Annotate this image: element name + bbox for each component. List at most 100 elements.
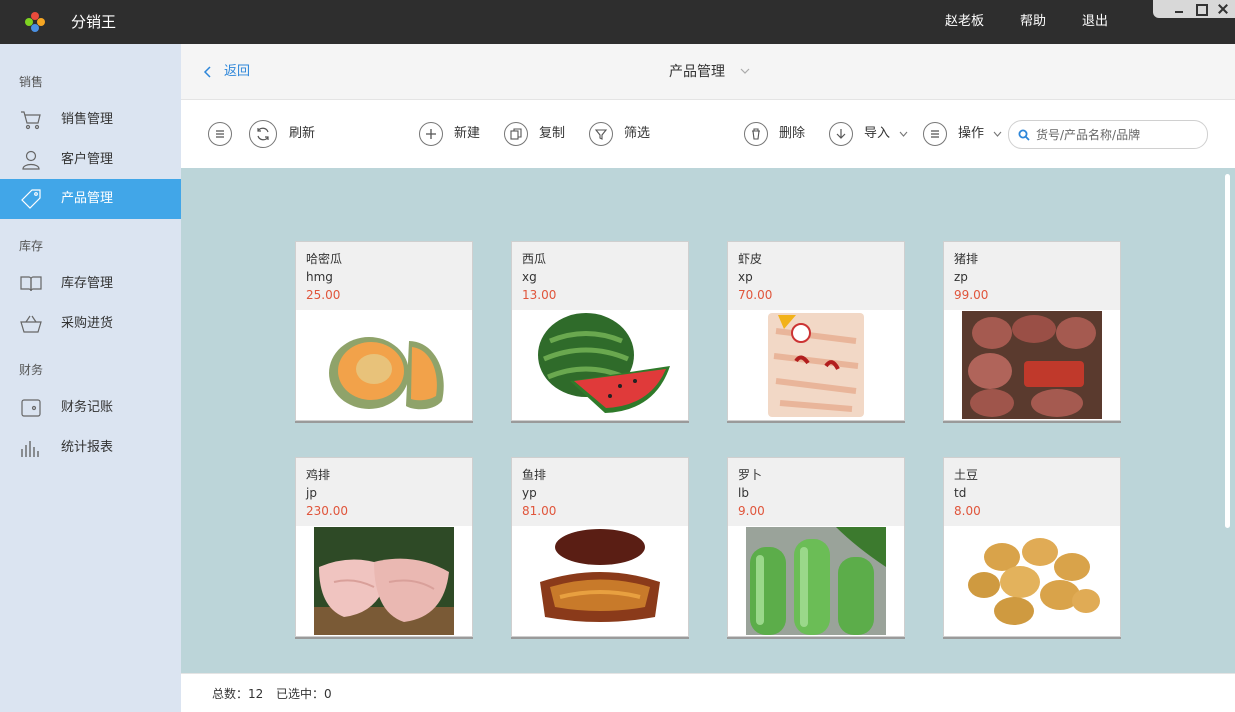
product-card-dried-shrimp[interactable]: 虾皮 xp 70.00 [727, 241, 905, 421]
delete-label: 删除 [779, 126, 806, 141]
sidebar-item-label: 产品管理 [61, 191, 114, 206]
sidebar-item-inventory[interactable]: 库存管理 [0, 264, 181, 304]
product-code: hmg [306, 270, 333, 284]
card-header: 鱼排 yp 81.00 [512, 458, 688, 526]
import-button[interactable]: 导入 [829, 120, 911, 148]
product-code: xp [738, 270, 753, 284]
product-name: 哈密瓜 [306, 252, 343, 266]
sidebar-item-products[interactable]: 产品管理 [0, 179, 181, 219]
logout-link[interactable]: 退出 [1082, 13, 1108, 31]
title-bar: 分销王 赵老板 帮助 退出 [0, 0, 1235, 44]
product-card-pork-chop[interactable]: 猪排 zp 99.00 [943, 241, 1121, 421]
back-label: 返回 [224, 64, 251, 79]
sidebar-item-label: 统计报表 [61, 440, 114, 455]
product-name: 西瓜 [522, 252, 547, 266]
toolbar: 刷新 新建 复制 筛选 删除 导入 操作 [181, 100, 1235, 168]
menu-button[interactable] [208, 120, 234, 148]
product-card-fish-steak[interactable]: 鱼排 yp 81.00 [511, 457, 689, 637]
minimize-icon[interactable] [1173, 3, 1185, 15]
product-price: 81.00 [522, 504, 557, 518]
trash-icon [744, 122, 768, 146]
product-name: 土豆 [954, 468, 979, 482]
filter-button[interactable]: 筛选 [589, 120, 659, 148]
potato-image [962, 527, 1102, 635]
product-price: 13.00 [522, 288, 557, 302]
refresh-button[interactable]: 刷新 [249, 120, 329, 148]
chevron-down-icon [993, 131, 1002, 137]
product-price: 99.00 [954, 288, 989, 302]
sidebar-item-label: 采购进货 [61, 316, 114, 331]
chevron-down-icon [740, 68, 750, 74]
search-box[interactable] [1008, 120, 1208, 149]
list-icon [923, 122, 947, 146]
product-name: 罗卜 [738, 468, 763, 482]
product-code: lb [738, 486, 749, 500]
product-name: 鸡排 [306, 468, 331, 482]
back-button[interactable]: 返回 [203, 63, 250, 81]
plus-icon [419, 122, 443, 146]
product-code: jp [306, 486, 317, 500]
window-controls [1153, 0, 1235, 18]
fish-steak-image [530, 527, 670, 635]
sidebar-item-label: 财务记账 [61, 400, 114, 415]
dried-shrimp-image [746, 311, 886, 419]
card-header: 猪排 zp 99.00 [944, 242, 1120, 310]
sidebar: 销售 销售管理 客户管理 产品管理 库存 库存管理 采购进货 财务 财务记账 统… [0, 44, 181, 712]
product-card-watermelon[interactable]: 西瓜 xg 13.00 [511, 241, 689, 421]
product-card-radish[interactable]: 罗卜 lb 9.00 [727, 457, 905, 637]
basket-icon [20, 315, 42, 333]
maximize-icon[interactable] [1195, 3, 1208, 16]
search-input[interactable] [1036, 125, 1201, 145]
user-icon [22, 150, 40, 170]
refresh-icon [249, 120, 277, 148]
sidebar-item-purchasing[interactable]: 采购进货 [0, 304, 181, 344]
user-menu[interactable]: 赵老板 [945, 13, 984, 31]
product-name: 虾皮 [738, 252, 763, 266]
filter-label: 筛选 [624, 126, 651, 141]
app-logo-icon [25, 12, 45, 32]
status-bar: 总数：12 已选中：0 [181, 673, 1235, 712]
card-header: 鸡排 jp 230.00 [296, 458, 472, 526]
scrollbar[interactable] [1225, 174, 1230, 528]
total-count: 总数：12 [212, 687, 264, 701]
close-icon[interactable] [1217, 3, 1229, 15]
card-header: 虾皮 xp 70.00 [728, 242, 904, 310]
product-card-potato[interactable]: 土豆 td 8.00 [943, 457, 1121, 637]
product-name: 鱼排 [522, 468, 547, 482]
sidebar-item-customers[interactable]: 客户管理 [0, 140, 181, 180]
sidebar-item-sales[interactable]: 销售管理 [0, 100, 181, 140]
card-header: 西瓜 xg 13.00 [512, 242, 688, 310]
actions-label: 操作 [958, 126, 985, 141]
delete-button[interactable]: 删除 [744, 120, 814, 148]
help-link[interactable]: 帮助 [1020, 13, 1046, 31]
product-card-cantaloupe[interactable]: 哈密瓜 hmg 25.00 [295, 241, 473, 421]
wallet-icon [21, 399, 41, 417]
section-label-finance: 财务 [19, 363, 44, 377]
sidebar-item-label: 客户管理 [61, 152, 114, 167]
sidebar-item-bookkeeping[interactable]: 财务记账 [0, 388, 181, 428]
product-code: zp [954, 270, 968, 284]
copy-icon [504, 122, 528, 146]
product-price: 70.00 [738, 288, 773, 302]
section-label-inventory: 库存 [19, 239, 44, 253]
filter-icon [589, 122, 613, 146]
cart-icon [21, 111, 41, 130]
product-code: td [954, 486, 967, 500]
new-button[interactable]: 新建 [419, 120, 489, 148]
page-title[interactable]: 产品管理 [669, 63, 750, 81]
sidebar-item-label: 销售管理 [61, 112, 114, 127]
product-card-chicken-breast[interactable]: 鸡排 jp 230.00 [295, 457, 473, 637]
app-name: 分销王 [71, 13, 117, 31]
product-grid: 哈密瓜 hmg 25.00 西瓜 xg 13.00 虾皮 xp 70.00 猪排… [181, 168, 1235, 673]
refresh-label: 刷新 [289, 126, 316, 141]
card-header: 哈密瓜 hmg 25.00 [296, 242, 472, 310]
product-code: yp [522, 486, 537, 500]
copy-button[interactable]: 复制 [504, 120, 574, 148]
chevron-left-icon [203, 66, 211, 78]
sidebar-item-reports[interactable]: 统计报表 [0, 428, 181, 468]
product-name: 猪排 [954, 252, 979, 266]
card-header: 罗卜 lb 9.00 [728, 458, 904, 526]
actions-button[interactable]: 操作 [923, 120, 1003, 148]
pork-chop-image [962, 311, 1102, 419]
page-title-text: 产品管理 [669, 64, 725, 80]
